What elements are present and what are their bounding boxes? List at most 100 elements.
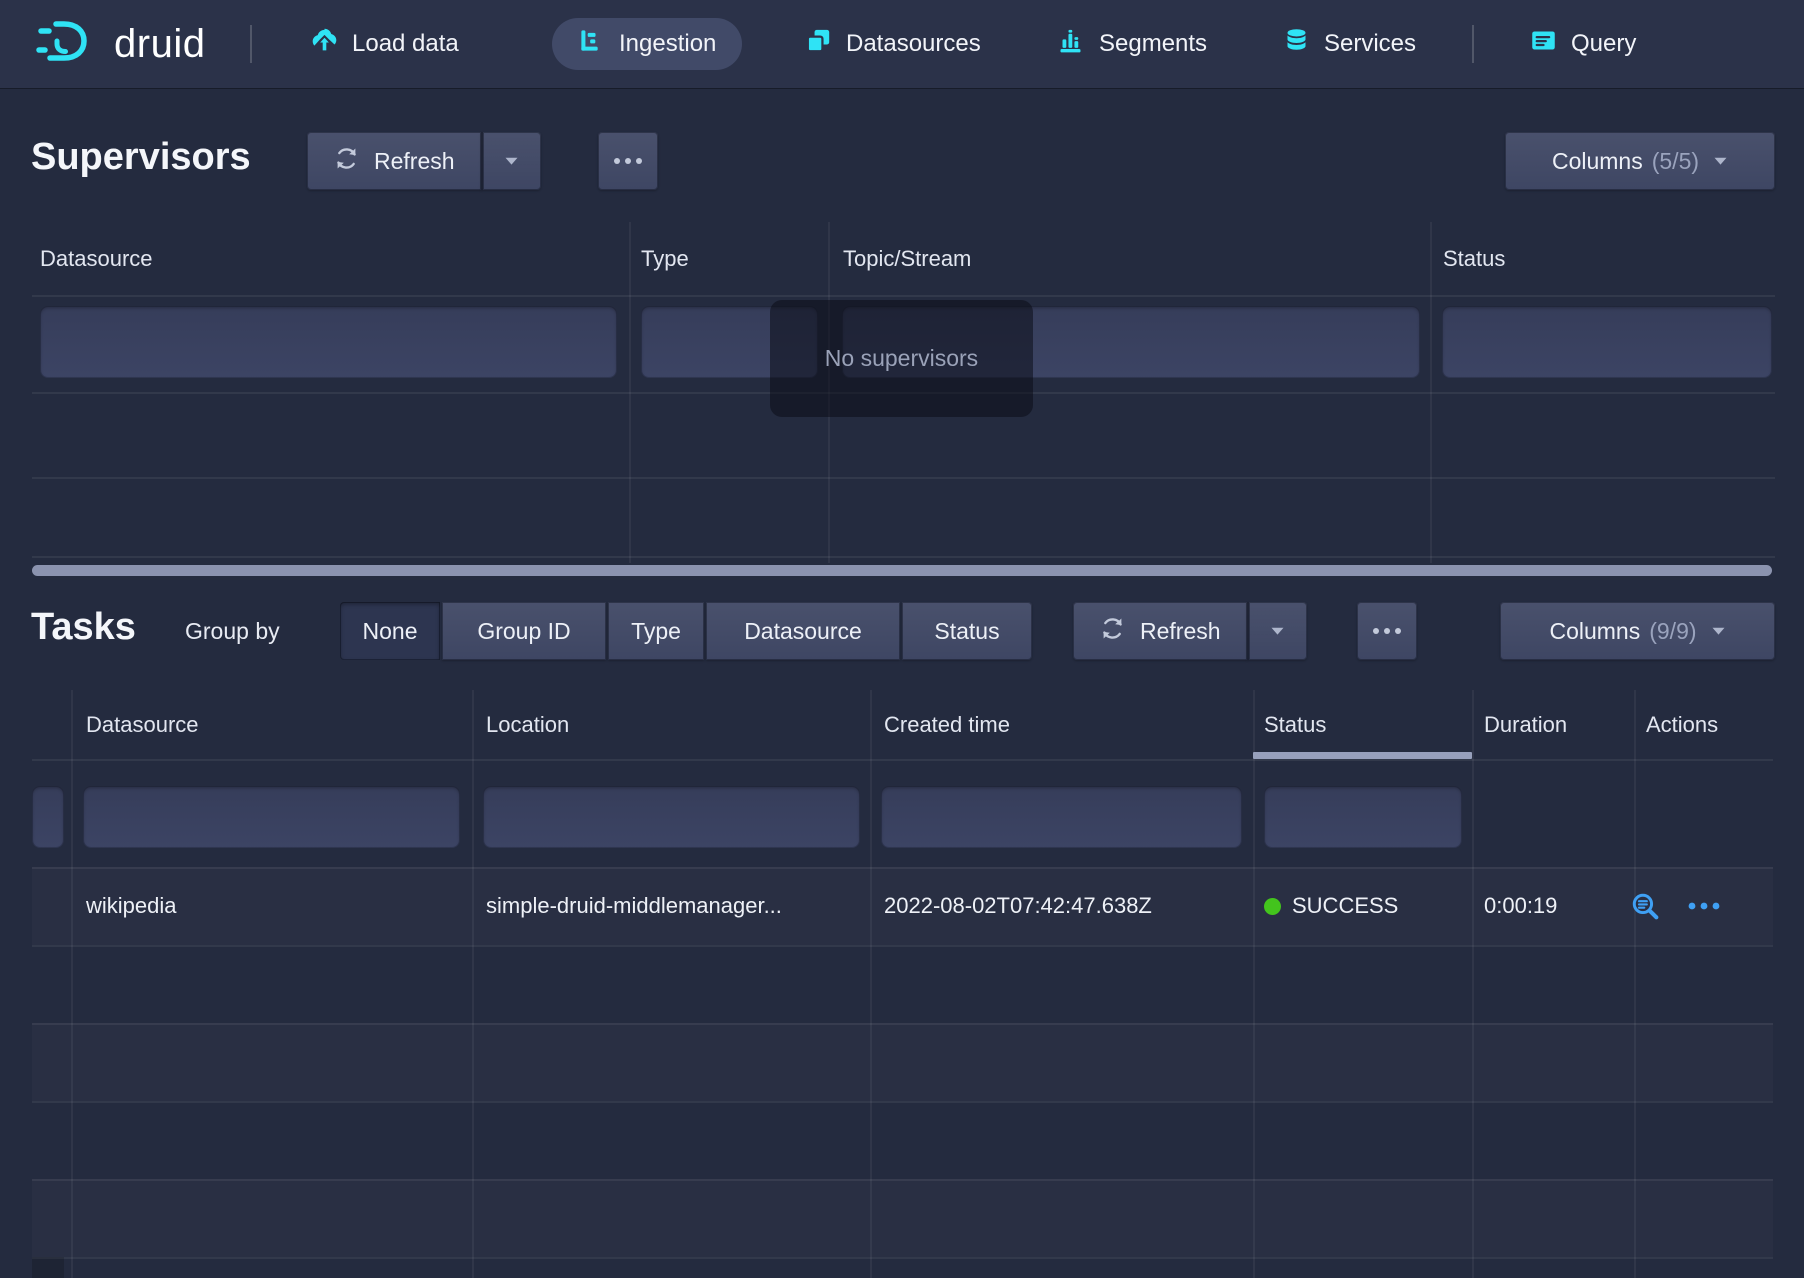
columns-label: Columns xyxy=(1552,148,1643,175)
nav-item-datasources[interactable]: Datasources xyxy=(799,18,987,70)
supervisors-status-filter-input[interactable] xyxy=(1442,306,1772,378)
more-icon xyxy=(1372,627,1402,635)
supervisors-header-topic-stream[interactable]: Topic/Stream xyxy=(843,222,971,295)
console-icon xyxy=(1530,27,1557,61)
group-by-group-id-button[interactable]: Group ID xyxy=(442,602,606,660)
group-by-type-button[interactable]: Type xyxy=(608,602,704,660)
row-divider xyxy=(32,295,1775,297)
logo-wordmark: druid xyxy=(114,22,205,67)
row-divider xyxy=(32,1023,1773,1025)
row-stripe xyxy=(32,1179,1773,1257)
grouped-bars-icon xyxy=(1058,27,1085,61)
row-divider xyxy=(32,477,1775,479)
supervisors-refresh-menu-button[interactable] xyxy=(481,132,541,190)
tasks-title: Tasks xyxy=(31,606,136,649)
caret-down-icon xyxy=(1713,156,1728,166)
group-by-button-group: None Group ID Type Datasource Status xyxy=(340,602,1032,660)
tasks-columns-button[interactable]: Columns (9/9) xyxy=(1500,602,1775,660)
task-datasource-cell: wikipedia xyxy=(86,867,177,945)
no-supervisors-message: No supervisors xyxy=(770,300,1033,417)
tasks-table: Datasource Location Created time Status … xyxy=(32,690,1773,1278)
group-by-none-button[interactable]: None xyxy=(340,602,440,660)
caret-down-icon xyxy=(1711,626,1726,636)
supervisors-refresh-button[interactable]: Refresh xyxy=(307,132,481,190)
horizontal-scrollbar[interactable] xyxy=(32,565,1772,576)
nav-label: Ingestion xyxy=(619,30,716,58)
tasks-header-status[interactable]: Status xyxy=(1264,690,1326,759)
nav-label: Datasources xyxy=(846,30,981,58)
supervisors-refresh-split-button: Refresh xyxy=(307,132,541,190)
status-dot-success xyxy=(1264,898,1281,915)
supervisors-more-button[interactable] xyxy=(598,132,658,190)
nav-item-load-data[interactable]: Load data xyxy=(305,18,465,70)
row-divider xyxy=(32,1101,1773,1103)
column-divider xyxy=(1472,690,1474,1278)
task-created-time-cell: 2022-08-02T07:42:47.638Z xyxy=(884,867,1152,945)
caret-down-icon xyxy=(1270,626,1285,636)
nav-item-query[interactable]: Query xyxy=(1524,18,1642,70)
caret-down-icon xyxy=(504,156,519,166)
nav-item-segments[interactable]: Segments xyxy=(1052,18,1213,70)
status-sort-indicator xyxy=(1253,752,1472,759)
task-status-cell: SUCCESS xyxy=(1264,867,1398,945)
nav-divider xyxy=(1472,25,1474,63)
cloud-upload-icon xyxy=(311,27,338,61)
more-icon xyxy=(613,157,643,165)
tasks-header-actions[interactable]: Actions xyxy=(1646,690,1718,759)
supervisors-columns-button[interactable]: Columns (5/5) xyxy=(1505,132,1775,190)
task-duration-cell: 0:00:19 xyxy=(1484,867,1557,945)
row-divider xyxy=(32,556,1775,558)
tasks-more-button[interactable] xyxy=(1357,602,1417,660)
tasks-status-filter-input[interactable] xyxy=(1264,786,1462,848)
status-label: SUCCESS xyxy=(1292,893,1398,919)
scrollbar-corner xyxy=(32,1257,64,1278)
columns-count: (9/9) xyxy=(1649,618,1696,645)
group-by-label: Group by xyxy=(185,618,280,645)
nav-label: Services xyxy=(1324,30,1416,58)
supervisors-header-status[interactable]: Status xyxy=(1443,222,1505,295)
supervisors-datasource-filter-input[interactable] xyxy=(40,306,617,378)
tasks-header-duration[interactable]: Duration xyxy=(1484,690,1567,759)
row-divider xyxy=(32,1179,1773,1181)
columns-count: (5/5) xyxy=(1652,148,1699,175)
column-divider xyxy=(1253,690,1255,1278)
refresh-label: Refresh xyxy=(1140,618,1221,645)
database-icon xyxy=(1283,27,1310,61)
row-divider xyxy=(32,1257,1773,1259)
refresh-icon xyxy=(1099,615,1126,648)
tasks-created-time-filter-input[interactable] xyxy=(881,786,1242,848)
nav-item-ingestion[interactable]: Ingestion xyxy=(552,18,742,70)
tasks-datasource-filter-input[interactable] xyxy=(83,786,460,848)
tasks-refresh-split-button: Refresh xyxy=(1073,602,1307,660)
nav-label: Query xyxy=(1571,30,1636,58)
tasks-header-datasource[interactable]: Datasource xyxy=(86,690,199,759)
nav-label: Load data xyxy=(352,30,459,58)
tasks-refresh-button[interactable]: Refresh xyxy=(1073,602,1247,660)
column-divider xyxy=(71,690,73,1278)
tasks-location-filter-input[interactable] xyxy=(483,786,860,848)
row-more-icon[interactable] xyxy=(1687,901,1721,911)
navbar: druid Load data Ingestion xyxy=(0,0,1804,88)
group-by-datasource-button[interactable]: Datasource xyxy=(706,602,900,660)
refresh-label: Refresh xyxy=(374,148,455,175)
supervisors-header-datasource[interactable]: Datasource xyxy=(40,222,153,295)
bar-chart-icon xyxy=(578,27,605,61)
druid-logo[interactable]: druid xyxy=(36,18,205,70)
column-divider xyxy=(472,690,474,1278)
tasks-header-created-time[interactable]: Created time xyxy=(884,690,1010,759)
row-divider xyxy=(32,759,1773,761)
group-by-status-button[interactable]: Status xyxy=(902,602,1032,660)
supervisors-header-type[interactable]: Type xyxy=(641,222,689,295)
tasks-header-location[interactable]: Location xyxy=(486,690,569,759)
columns-label: Columns xyxy=(1549,618,1640,645)
refresh-icon xyxy=(333,145,360,178)
search-details-icon[interactable] xyxy=(1630,891,1661,922)
column-divider xyxy=(870,690,872,1278)
nav-divider xyxy=(250,25,252,63)
nav-item-services[interactable]: Services xyxy=(1277,18,1422,70)
supervisors-table: Datasource Type Topic/Stream Status No s… xyxy=(32,222,1775,563)
task-actions-cell xyxy=(1630,867,1721,945)
nav-label: Segments xyxy=(1099,30,1207,58)
tasks-first-column-filter-input[interactable] xyxy=(32,786,64,848)
tasks-refresh-menu-button[interactable] xyxy=(1247,602,1307,660)
